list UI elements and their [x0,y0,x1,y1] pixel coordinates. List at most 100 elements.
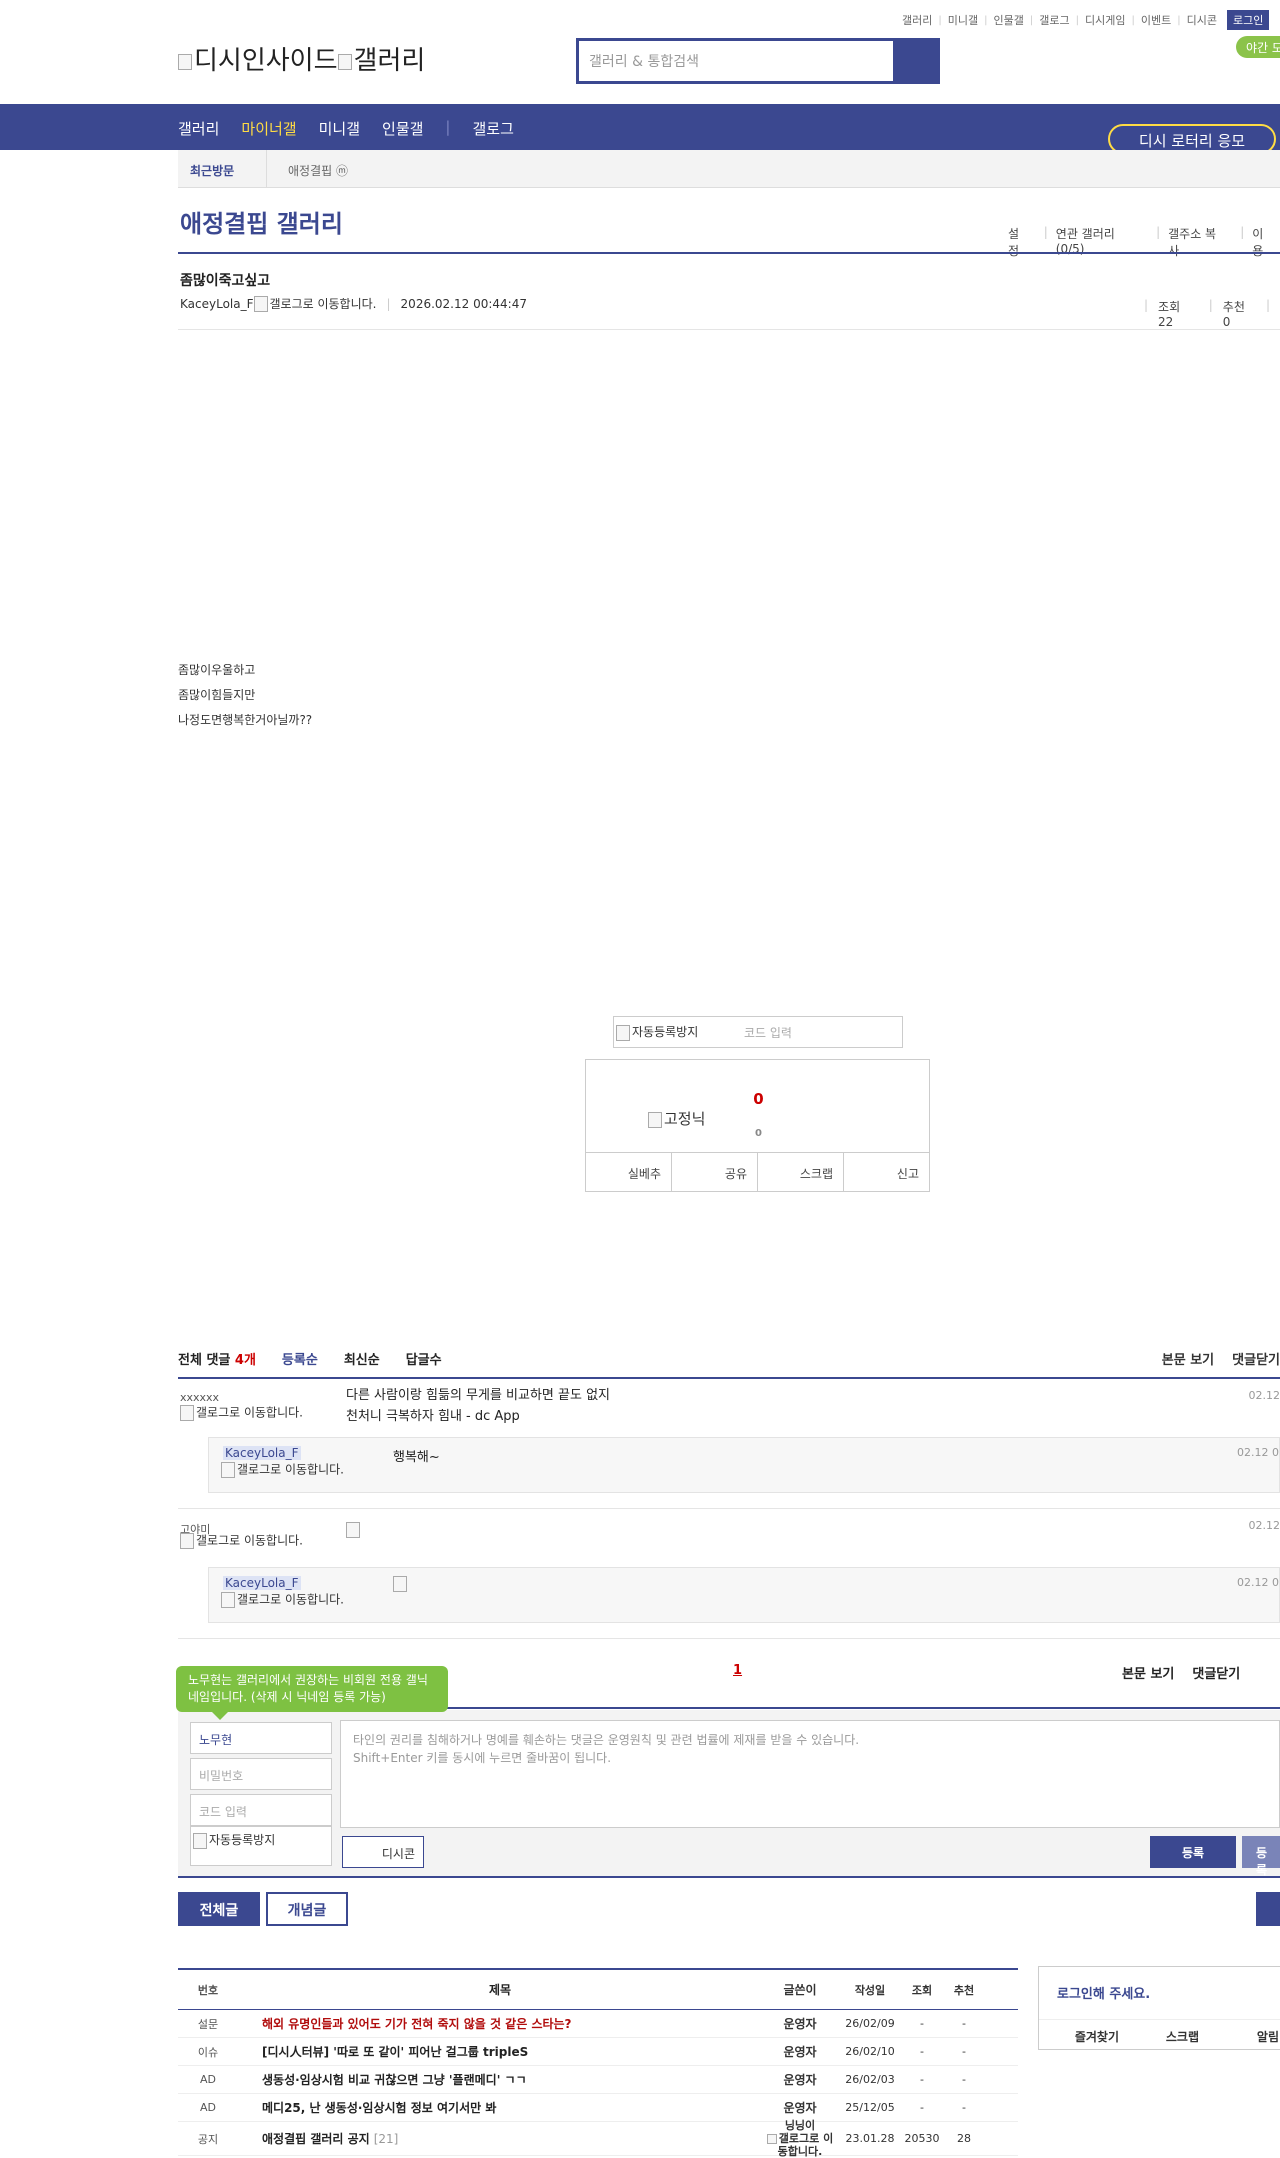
reply-nick[interactable]: KaceyLola_F [223,1446,301,1460]
notification-link[interactable]: 알림 [1199,2020,1279,2051]
comment-gallog[interactable]: 갤로그로 이동합니다. [180,1405,310,1421]
close-comments-link[interactable]: 댓글닫기 [1232,1349,1280,1368]
reply-gallog[interactable]: 갤로그로 이동합니다. [221,1592,351,1608]
table-row[interactable]: 이슈 [디시人터뷰] '따로 또 같이' 피어난 걸그룹 tripleS 운영자… [178,2038,1018,2066]
top-link-dccon[interactable]: 디시콘 [1187,12,1217,28]
post-author[interactable]: KaceyLola_F [180,297,254,311]
post-body-line: 나정도면행복한거아닐까?? [178,713,313,727]
close-comments-link[interactable]: 댓글닫기 [1192,1663,1240,1682]
recent-visits-label[interactable]: 최근방문 [190,162,234,179]
search-button[interactable] [893,41,937,81]
write-button[interactable] [1256,1892,1280,1926]
recent-visits-bar: 최근방문 애정결핍 ⓜ [178,150,1280,188]
post-views: 조회 22 [1158,300,1181,329]
reply-date: 02.12 0 [1237,1576,1279,1589]
comment-page-1[interactable]: 1 [733,1663,742,1678]
post-header-divider [178,329,1280,330]
best-posts-button[interactable]: 개념글 [266,1892,348,1926]
nav-divider: | [445,118,451,136]
search-bar: 갤러리 & 통합검색 [576,38,940,84]
share-button[interactable]: 공유 [672,1153,758,1192]
comments-total: 전체 댓글 4개 [178,1353,256,1368]
gallog-icon[interactable] [253,295,268,312]
captcha-code-input[interactable]: 코드 입력 [744,1024,792,1041]
captcha-code-input[interactable]: 코드 입력 [190,1794,332,1826]
search-input[interactable]: 갤러리 & 통합검색 [579,41,893,81]
post-stats: | 조회 22 | 추천 0 | [1144,298,1270,329]
login-prompt[interactable]: 로그인해 주세요. [1057,1983,1150,2002]
submit-recommend-button[interactable]: 등록 [1242,1836,1280,1877]
table-row[interactable]: 설문 해외 유명인들과 있어도 기가 전혀 죽지 않을 것 같은 스타는? 운영… [178,2010,1018,2038]
recommend-count[interactable]: 0 [586,1090,931,1108]
sort-by-replies[interactable]: 답글수 [406,1349,442,1379]
recommend-captcha: 자동등록방지 코드 입력 [613,1016,903,1048]
top-link-gallery[interactable]: 갤러리 [902,12,932,28]
site-logo[interactable]: 디시인사이드 갤러리 [178,40,425,77]
reply-item: KaceyLola_F 갤로그로 이동합니다. 02.12 0 [208,1567,1280,1623]
comment-dccon-image [346,1519,362,1540]
sort-by-latest[interactable]: 최신순 [344,1349,380,1379]
view-post-link[interactable]: 본문 보기 [1162,1349,1214,1368]
nav-gallog[interactable]: 갤로그 [472,118,513,139]
silbechu-button[interactable]: 실베추 [586,1153,672,1192]
post-list-table: 번호 제목 글쓴이 작성일 조회 추천 설문 해외 유명인들과 있어도 기가 전… [178,1968,1018,2158]
comment-nick[interactable]: xxxxxx [180,1391,219,1404]
comments-header: 전체 댓글 4개 등록순 최신순 답글수 본문 보기 댓글닫기 [178,1349,1280,1379]
logo-main: 디시인사이드 [194,46,338,76]
top-link-persongall[interactable]: 인물갤 [994,12,1024,28]
reply-nick[interactable]: KaceyLola_F [223,1576,301,1590]
recommend-box: 0 고정닉 0 실베추 공유 스크랩 신고 [585,1059,930,1192]
nav-minor-gallery[interactable]: 마이너갤 [241,118,296,139]
password-input[interactable]: 비밀번호 [190,1758,332,1790]
comment-date: 02.12 [1248,1389,1280,1402]
night-mode-toggle[interactable]: 야간 모 [1236,36,1280,58]
fixed-nick-count: 0 [755,1128,762,1139]
login-box: 로그인해 주세요. 즐겨찾기 스크랩 알림 [1038,1966,1280,2050]
view-post-link[interactable]: 본문 보기 [1122,1663,1174,1682]
comment-date: 02.12 [1248,1519,1280,1532]
gallery-title[interactable]: 애정결핍 갤러리 [180,204,343,239]
reply-text: 행복해~ [393,1450,440,1465]
table-header: 번호 제목 글쓴이 작성일 조회 추천 [178,1970,1018,2010]
top-link-minigall[interactable]: 미니갤 [948,12,978,28]
scrap-button[interactable]: 스크랩 [758,1153,844,1192]
fixed-nick-recommend[interactable]: 고정닉 [648,1108,705,1129]
comment-write-box: 노무현 비밀번호 코드 입력 자동등록방지 타인의 권리를 침해하거나 명예를 … [178,1710,1280,1878]
comments-footer-links: 본문 보기 댓글닫기 [1122,1663,1258,1682]
top-link-event[interactable]: 이벤트 [1141,12,1171,28]
reply-date: 02.12 0 [1237,1446,1279,1459]
post-date: 2026.02.12 00:44:47 [400,296,527,311]
report-button[interactable]: 신고 [844,1153,929,1192]
table-row[interactable]: AD 메디25, 난 생동성·임상시험 정보 여기서만 봐 운영자 25/12/… [178,2094,1018,2122]
comment-textarea[interactable]: 타인의 권리를 침해하거나 명예를 훼손하는 댓글은 운영원칙 및 관련 법률에… [340,1720,1280,1828]
nickname-input[interactable]: 노무현 [190,1722,332,1754]
captcha-image: 자동등록방지 [190,1826,332,1866]
top-link-gallog[interactable]: 갤로그 [1039,12,1069,28]
top-link-dcgame[interactable]: 디시게임 [1085,12,1125,28]
all-posts-button[interactable]: 전체글 [178,1892,260,1926]
sort-by-registration[interactable]: 등록순 [282,1349,318,1379]
nav-person-gallery[interactable]: 인물갤 [382,118,423,139]
recent-visit-item[interactable]: 애정결핍 ⓜ [288,162,348,179]
comment-text: 다른 사람이랑 힘듦의 무게를 비교하면 끝도 없지 천처니 극복하자 힘내 -… [346,1388,610,1424]
gallog-alt-text: 갤로그로 이동합니다. [269,297,377,311]
nav-gallery[interactable]: 갤러리 [178,118,219,139]
scrap-link[interactable]: 스크랩 [1119,2020,1199,2051]
reply-gallog[interactable]: 갤로그로 이동합니다. [221,1462,351,1478]
table-row[interactable]: AD 생동성·임상시험 비교 귀찮으면 그냥 '플랜메디' ㄱㄱ 운영자 26/… [178,2066,1018,2094]
submit-button[interactable]: 등록 [1150,1836,1236,1868]
reply-item: KaceyLola_F 갤로그로 이동합니다. 행복해~ 02.12 0 [208,1437,1280,1493]
nav-mini-gallery[interactable]: 미니갤 [319,118,360,139]
nickname-tooltip: 노무현는 갤러리에서 권장하는 비회원 전용 갤닉네임입니다. (삭제 시 닉네… [176,1666,448,1720]
favorites-link[interactable]: 즐겨찾기 [1039,2020,1119,2051]
post-meta: KaceyLola_F 갤로그로 이동합니다. | 2026.02.12 00:… [180,295,527,312]
post-body-line: 좀많이우울하고 [178,663,256,677]
post-recommend-count: 추천 0 [1222,300,1245,329]
comment-gallog[interactable]: 갤로그로 이동합니다. [180,1533,310,1549]
broken-image-icon [178,53,192,70]
reply-dccon-image [393,1576,409,1592]
login-button[interactable]: 로그인 [1226,10,1270,30]
dccon-button[interactable]: 디시콘 [342,1836,424,1868]
table-row[interactable]: 공지 애정결핍 갤러리 공지 [21] 닝닝이 갤로그로 이동합니다. 23.01… [178,2119,1018,2158]
gallery-title-divider [178,252,1280,254]
